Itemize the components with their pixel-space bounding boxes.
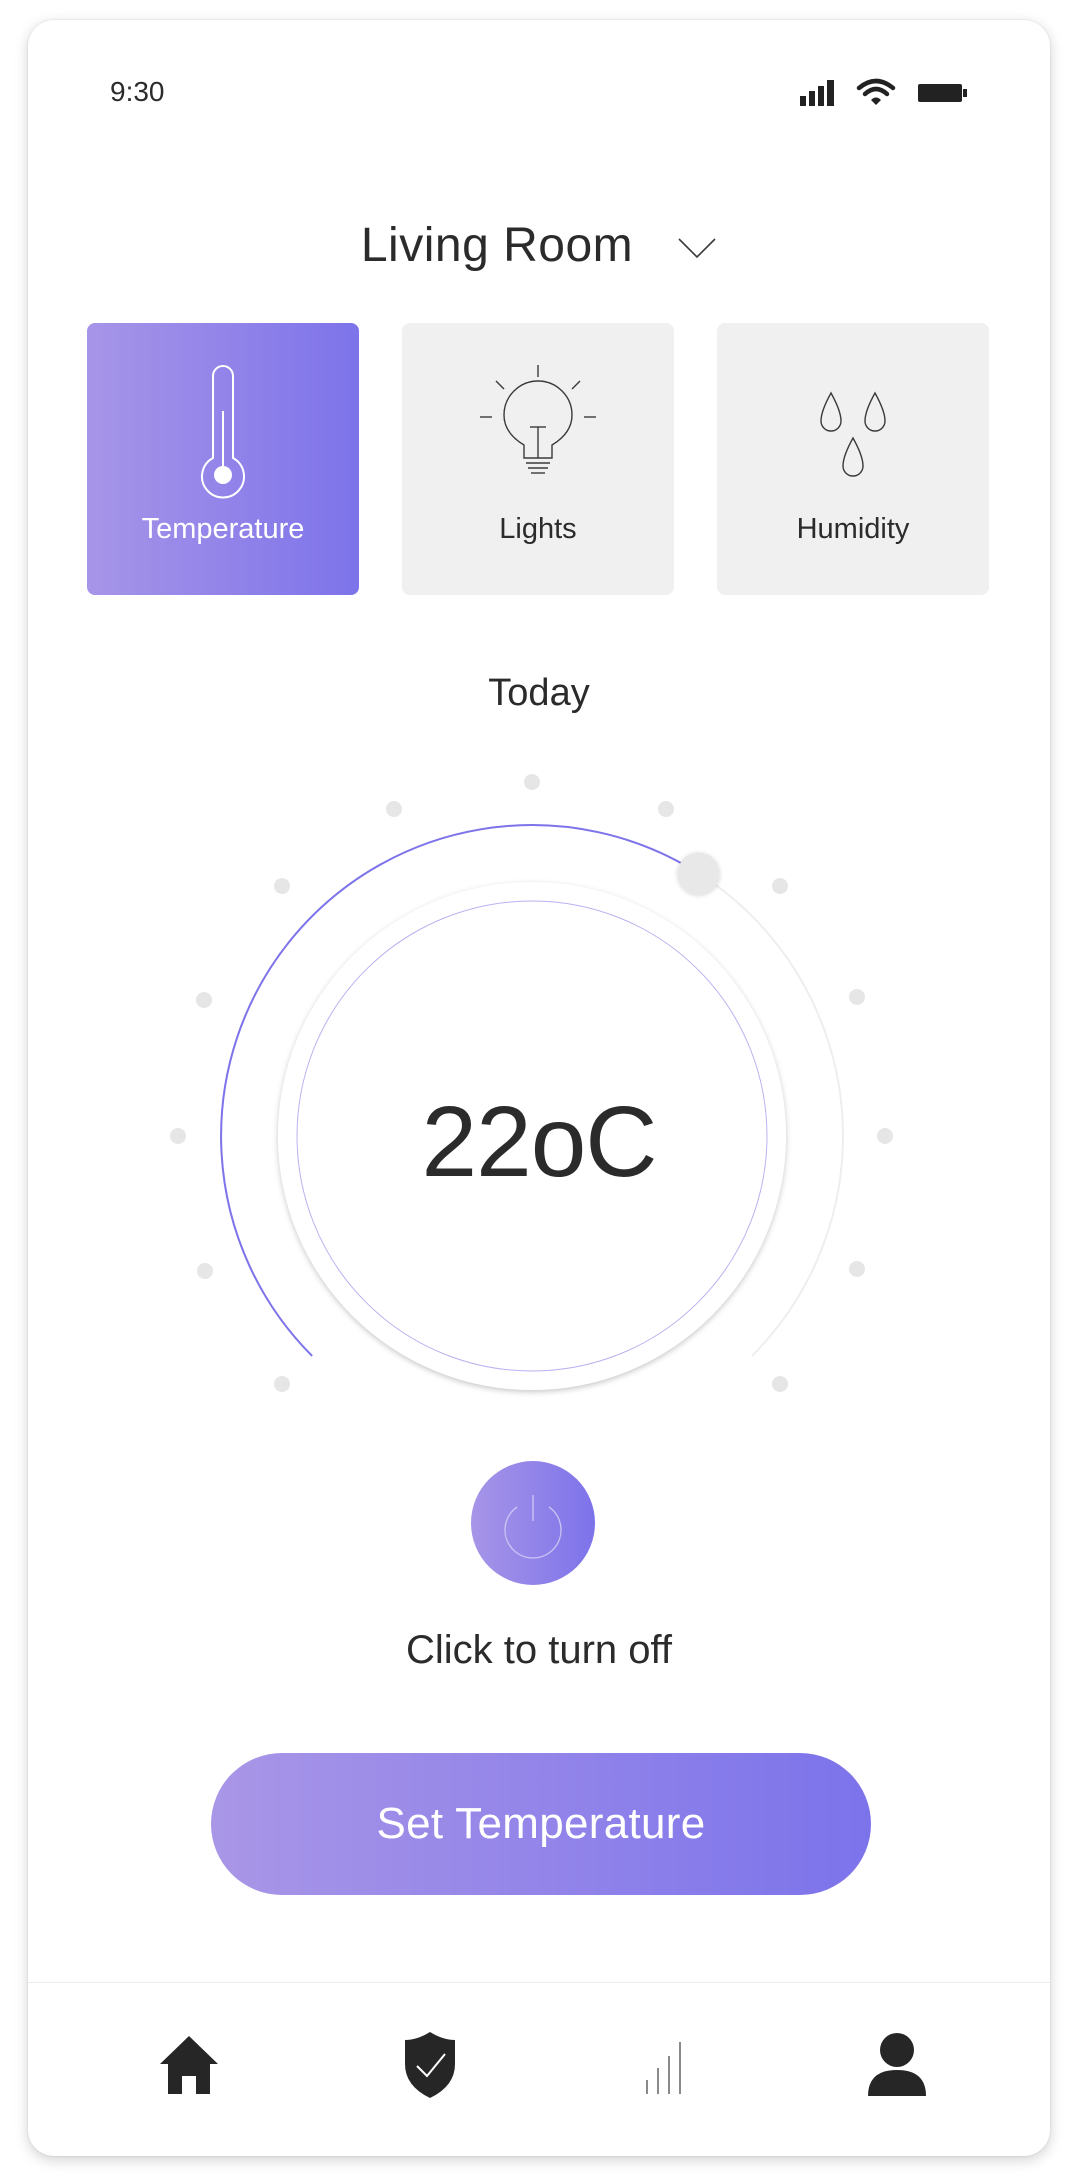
- nav-profile[interactable]: [862, 2030, 932, 2100]
- user-icon: [868, 2033, 926, 2096]
- nav-divider: [28, 1982, 1050, 1983]
- temperature-unit: oC: [530, 1086, 658, 1198]
- nav-home[interactable]: [154, 2030, 224, 2100]
- nav-stats[interactable]: [627, 2030, 697, 2100]
- dial-tick: [196, 992, 212, 1008]
- bar-chart-icon: [646, 2042, 681, 2094]
- nav-security[interactable]: [395, 2030, 465, 2100]
- home-icon: [160, 2036, 218, 2094]
- power-caption: Click to turn off: [405, 1628, 673, 1672]
- power-icon: [504, 1495, 562, 1559]
- dial-tick: [386, 801, 402, 817]
- dial-tick: [274, 1376, 290, 1392]
- dial-tick: [772, 1376, 788, 1392]
- dial-knob[interactable]: [677, 852, 720, 895]
- set-temperature-button[interactable]: Set Temperature: [211, 1753, 871, 1895]
- phone-screen: 9:30 Living Room Temperature Lights Humi…: [28, 20, 1050, 2156]
- dial-tick: [658, 801, 674, 817]
- dial-tick: [849, 1261, 865, 1277]
- dial-tick: [772, 878, 788, 894]
- dial-tick: [849, 989, 865, 1005]
- shield-check-icon: [405, 2032, 455, 2098]
- temperature-readout: 22oC: [28, 1085, 1050, 1200]
- dial-tick: [197, 1263, 213, 1279]
- dial-tick: [274, 878, 290, 894]
- temperature-value: 22: [421, 1086, 531, 1198]
- power-button[interactable]: [471, 1461, 595, 1585]
- set-temperature-label: Set Temperature: [376, 1799, 706, 1848]
- dial-tick: [524, 774, 540, 790]
- temperature-dial[interactable]: [28, 20, 1050, 1460]
